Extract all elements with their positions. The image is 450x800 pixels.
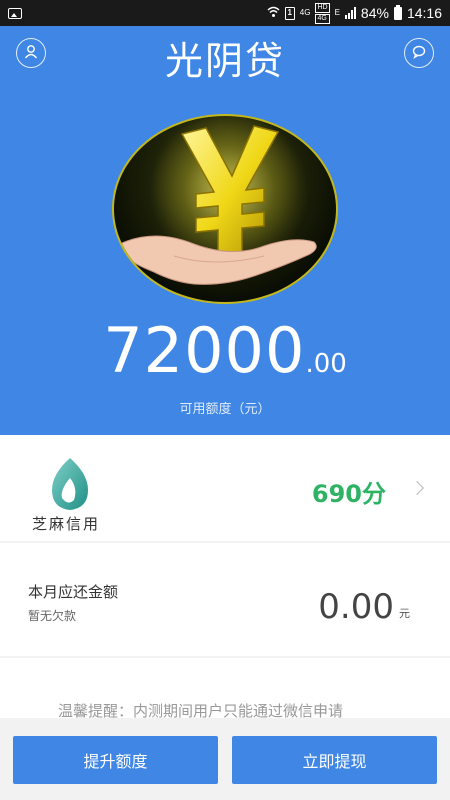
repayment-title: 本月应还金额	[28, 583, 119, 601]
page-title: 光阴贷	[164, 39, 285, 83]
credit-caption: 可用额度（元）	[179, 402, 271, 417]
repayment-amount: 0.00	[318, 587, 394, 627]
repayment-amount-integer: 0	[318, 587, 340, 627]
chat-icon	[412, 44, 426, 63]
available-credit-amount: 72000.00	[0, 314, 450, 387]
credit-amount-integer: 72000	[103, 314, 306, 387]
repayment-row: 本月应还金额 暂无欠款 0.00 元	[0, 543, 450, 656]
repayment-status: 暂无欠款	[28, 609, 77, 623]
zhima-logo-icon	[48, 456, 92, 512]
credit-amount-decimal: .00	[305, 349, 347, 379]
wifi-icon	[267, 5, 280, 21]
withdraw-button[interactable]: 立即提现	[232, 736, 437, 784]
hd-indicator: HD 4G	[315, 2, 330, 24]
zhima-credit-label: 芝麻信用	[32, 515, 101, 533]
battery-icon	[393, 4, 402, 20]
sim-icon: 1	[284, 6, 295, 20]
gallery-notification-icon	[8, 7, 22, 19]
yuan-hand-icon	[112, 114, 338, 304]
header: 光阴贷 72000.00 可用额度（元）	[0, 26, 450, 435]
repayment-unit: 元	[399, 607, 410, 620]
zhima-credit-row[interactable]: 芝麻信用 690分	[0, 435, 450, 541]
clock: 14:16	[406, 5, 442, 21]
notice-area: 温馨提醒：内测期间用户只能通过微信申请	[0, 658, 450, 720]
raise-limit-button[interactable]: 提升额度	[13, 736, 218, 784]
status-bar: 1 4G HD 4G E 84% 14:16	[0, 0, 450, 26]
network-type-label: 4G	[299, 8, 311, 17]
network-e-label: E	[334, 8, 340, 17]
message-button[interactable]	[404, 38, 434, 68]
action-bar: 提升额度 立即提现	[0, 718, 450, 800]
signal-icon	[344, 7, 356, 19]
chevron-right-icon	[409, 480, 425, 496]
credit-score-value: 690分	[311, 480, 386, 508]
battery-percent: 84%	[360, 5, 389, 21]
repayment-amount-decimal: .00	[339, 587, 394, 627]
